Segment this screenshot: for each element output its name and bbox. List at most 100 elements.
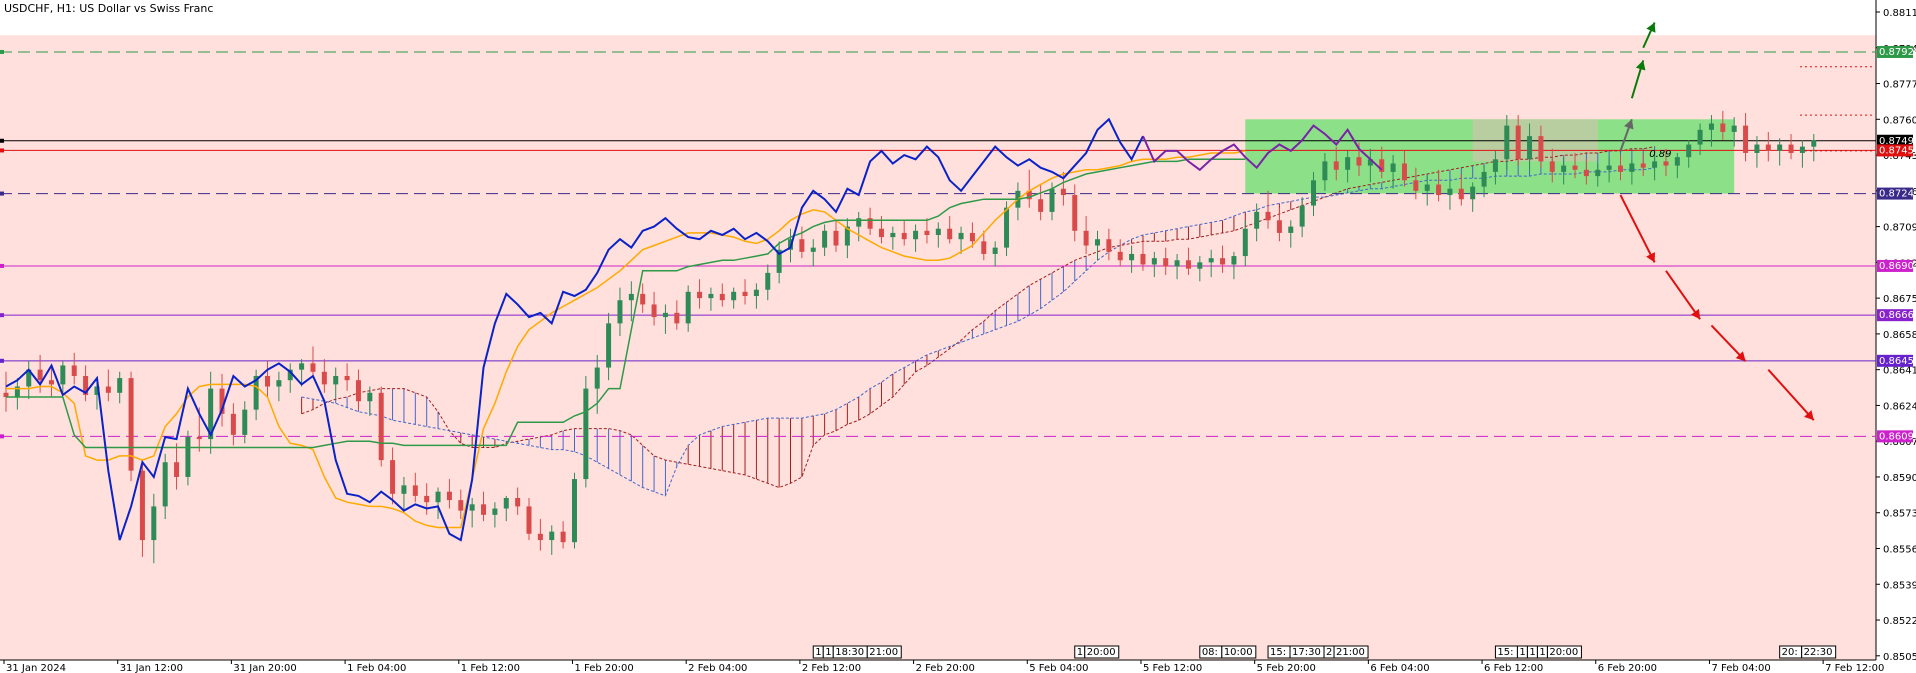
candle-body-107: [1220, 258, 1226, 265]
y-tick-label-0: 0.88110: [1883, 8, 1916, 19]
chart-title: USDCHF, H1: US Dollar vs Swiss Franc: [4, 2, 214, 15]
level-handle-4: [0, 263, 4, 268]
session-label-2-1: 10:00: [1224, 647, 1253, 658]
candle-body-66: [753, 289, 759, 297]
session-label-4-0: 15:: [1497, 647, 1513, 658]
candle-body-150: [1708, 123, 1714, 130]
candle-body-9: [105, 386, 111, 393]
price-chart[interactable]: 0.881100.879400.877700.876000.874300.872…: [0, 0, 1916, 673]
candle-body-149: [1697, 129, 1703, 145]
candle-body-39: [446, 491, 452, 501]
candle-body-33: [378, 392, 384, 461]
candle-body-116: [1322, 161, 1328, 181]
candle-body-59: [674, 312, 680, 324]
candle-body-13: [151, 506, 157, 541]
candle-body-88: [1004, 207, 1010, 248]
candle-body-85: [969, 232, 975, 242]
candle-body-49: [560, 531, 566, 543]
candle-body-45: [515, 498, 521, 507]
candle-body-62: [708, 293, 714, 299]
y-tick-label-13: 0.85900: [1883, 473, 1916, 484]
candle-body-140: [1595, 169, 1601, 177]
level-label-6: 0.86452: [1879, 356, 1916, 367]
y-tick-label-3: 0.87600: [1883, 115, 1916, 126]
candle-body-46: [526, 506, 532, 534]
candle-body-3: [37, 369, 43, 381]
candle-body-29: [333, 375, 339, 385]
x-tick-label-2: 31 Jan 20:00: [233, 663, 296, 673]
y-tick-label-6: 0.87090: [1883, 223, 1916, 234]
candle-body-147: [1674, 157, 1680, 166]
candle-body-54: [617, 300, 623, 324]
candle-body-21: [242, 409, 248, 435]
candle-body-118: [1345, 157, 1351, 170]
candle-body-126: [1436, 184, 1442, 196]
candle-body-5: [60, 365, 66, 385]
candle-body-114: [1299, 205, 1305, 227]
candle-body-154: [1754, 144, 1760, 153]
y-tick-label-15: 0.85560: [1883, 544, 1916, 555]
candle-body-51: [583, 388, 589, 480]
candle-body-106: [1208, 258, 1214, 263]
candle-body-65: [742, 291, 748, 297]
candle-body-115: [1311, 180, 1317, 206]
candle-body-38: [435, 491, 441, 503]
session-marker-3: 15: 17:30 2 21:00: [1267, 645, 1369, 659]
candle-body-145: [1652, 161, 1658, 168]
session-label-0-2: 18:30: [835, 647, 864, 658]
x-tick-label-16: 7 Feb 12:00: [1825, 663, 1884, 673]
level-handle-5: [0, 313, 4, 318]
candle-body-152: [1731, 125, 1737, 132]
candle-body-111: [1265, 211, 1271, 221]
y-tick-label-17: 0.85220: [1883, 616, 1916, 627]
candle-body-144: [1640, 163, 1646, 168]
candle-body-137: [1561, 165, 1567, 172]
candle-body-148: [1686, 144, 1692, 158]
session-label-2-0: 08:: [1202, 647, 1218, 658]
candle-body-31: [355, 380, 361, 402]
session-label-3-2: 2: [1326, 647, 1332, 658]
session-marker-5: 20: 22:30: [1779, 645, 1837, 659]
candle-body-124: [1413, 180, 1419, 191]
y-tick-label-18: 0.85050: [1883, 652, 1916, 663]
candle-body-79: [901, 232, 907, 240]
candle-body-78: [890, 232, 896, 238]
session-label-3-1: 17:30: [1292, 647, 1321, 658]
session-label-4-2: 1: [1529, 647, 1535, 658]
candle-body-130: [1481, 171, 1487, 187]
session-label-4-3: 1: [1539, 647, 1545, 658]
candle-body-102: [1163, 258, 1169, 267]
candle-body-75: [856, 218, 862, 227]
candle-body-132: [1504, 125, 1510, 160]
x-tick-label-15: 7 Feb 04:00: [1711, 663, 1770, 673]
candle-body-41: [469, 504, 475, 511]
y-tick-label-2: 0.87770: [1883, 80, 1916, 91]
candle-body-20: [230, 413, 236, 435]
x-tick-label-9: 5 Feb 04:00: [1029, 663, 1088, 673]
candle-body-151: [1720, 123, 1726, 132]
candle-body-24: [276, 380, 282, 387]
candle-body-125: [1424, 184, 1430, 191]
candle-body-109: [1242, 228, 1248, 257]
candle-body-95: [1083, 230, 1089, 246]
candle-body-80: [913, 230, 919, 240]
candle-body-156: [1777, 144, 1783, 151]
candle-body-98: [1117, 251, 1123, 261]
x-tick-label-11: 5 Feb 20:00: [1257, 663, 1316, 673]
session-marker-2: 08: 10:00: [1199, 645, 1257, 659]
candle-body-17: [196, 436, 202, 440]
candle-body-44: [503, 498, 509, 509]
x-tick-label-5: 1 Feb 20:00: [574, 663, 633, 673]
candle-body-37: [424, 495, 430, 503]
candle-body-142: [1617, 165, 1623, 172]
candle-body-10: [117, 378, 123, 393]
session-label-5-1: 22:30: [1804, 647, 1833, 658]
candle-body-83: [947, 228, 953, 240]
x-tick-label-1: 31 Jan 12:00: [120, 663, 183, 673]
session-label-4-1: 1: [1519, 647, 1525, 658]
candle-body-122: [1390, 163, 1396, 172]
session-label-1-0: 1: [1077, 647, 1083, 658]
x-tick-label-13: 6 Feb 12:00: [1484, 663, 1543, 673]
level-handle-1: [0, 138, 4, 143]
y-tick-label-11: 0.86240: [1883, 401, 1916, 412]
